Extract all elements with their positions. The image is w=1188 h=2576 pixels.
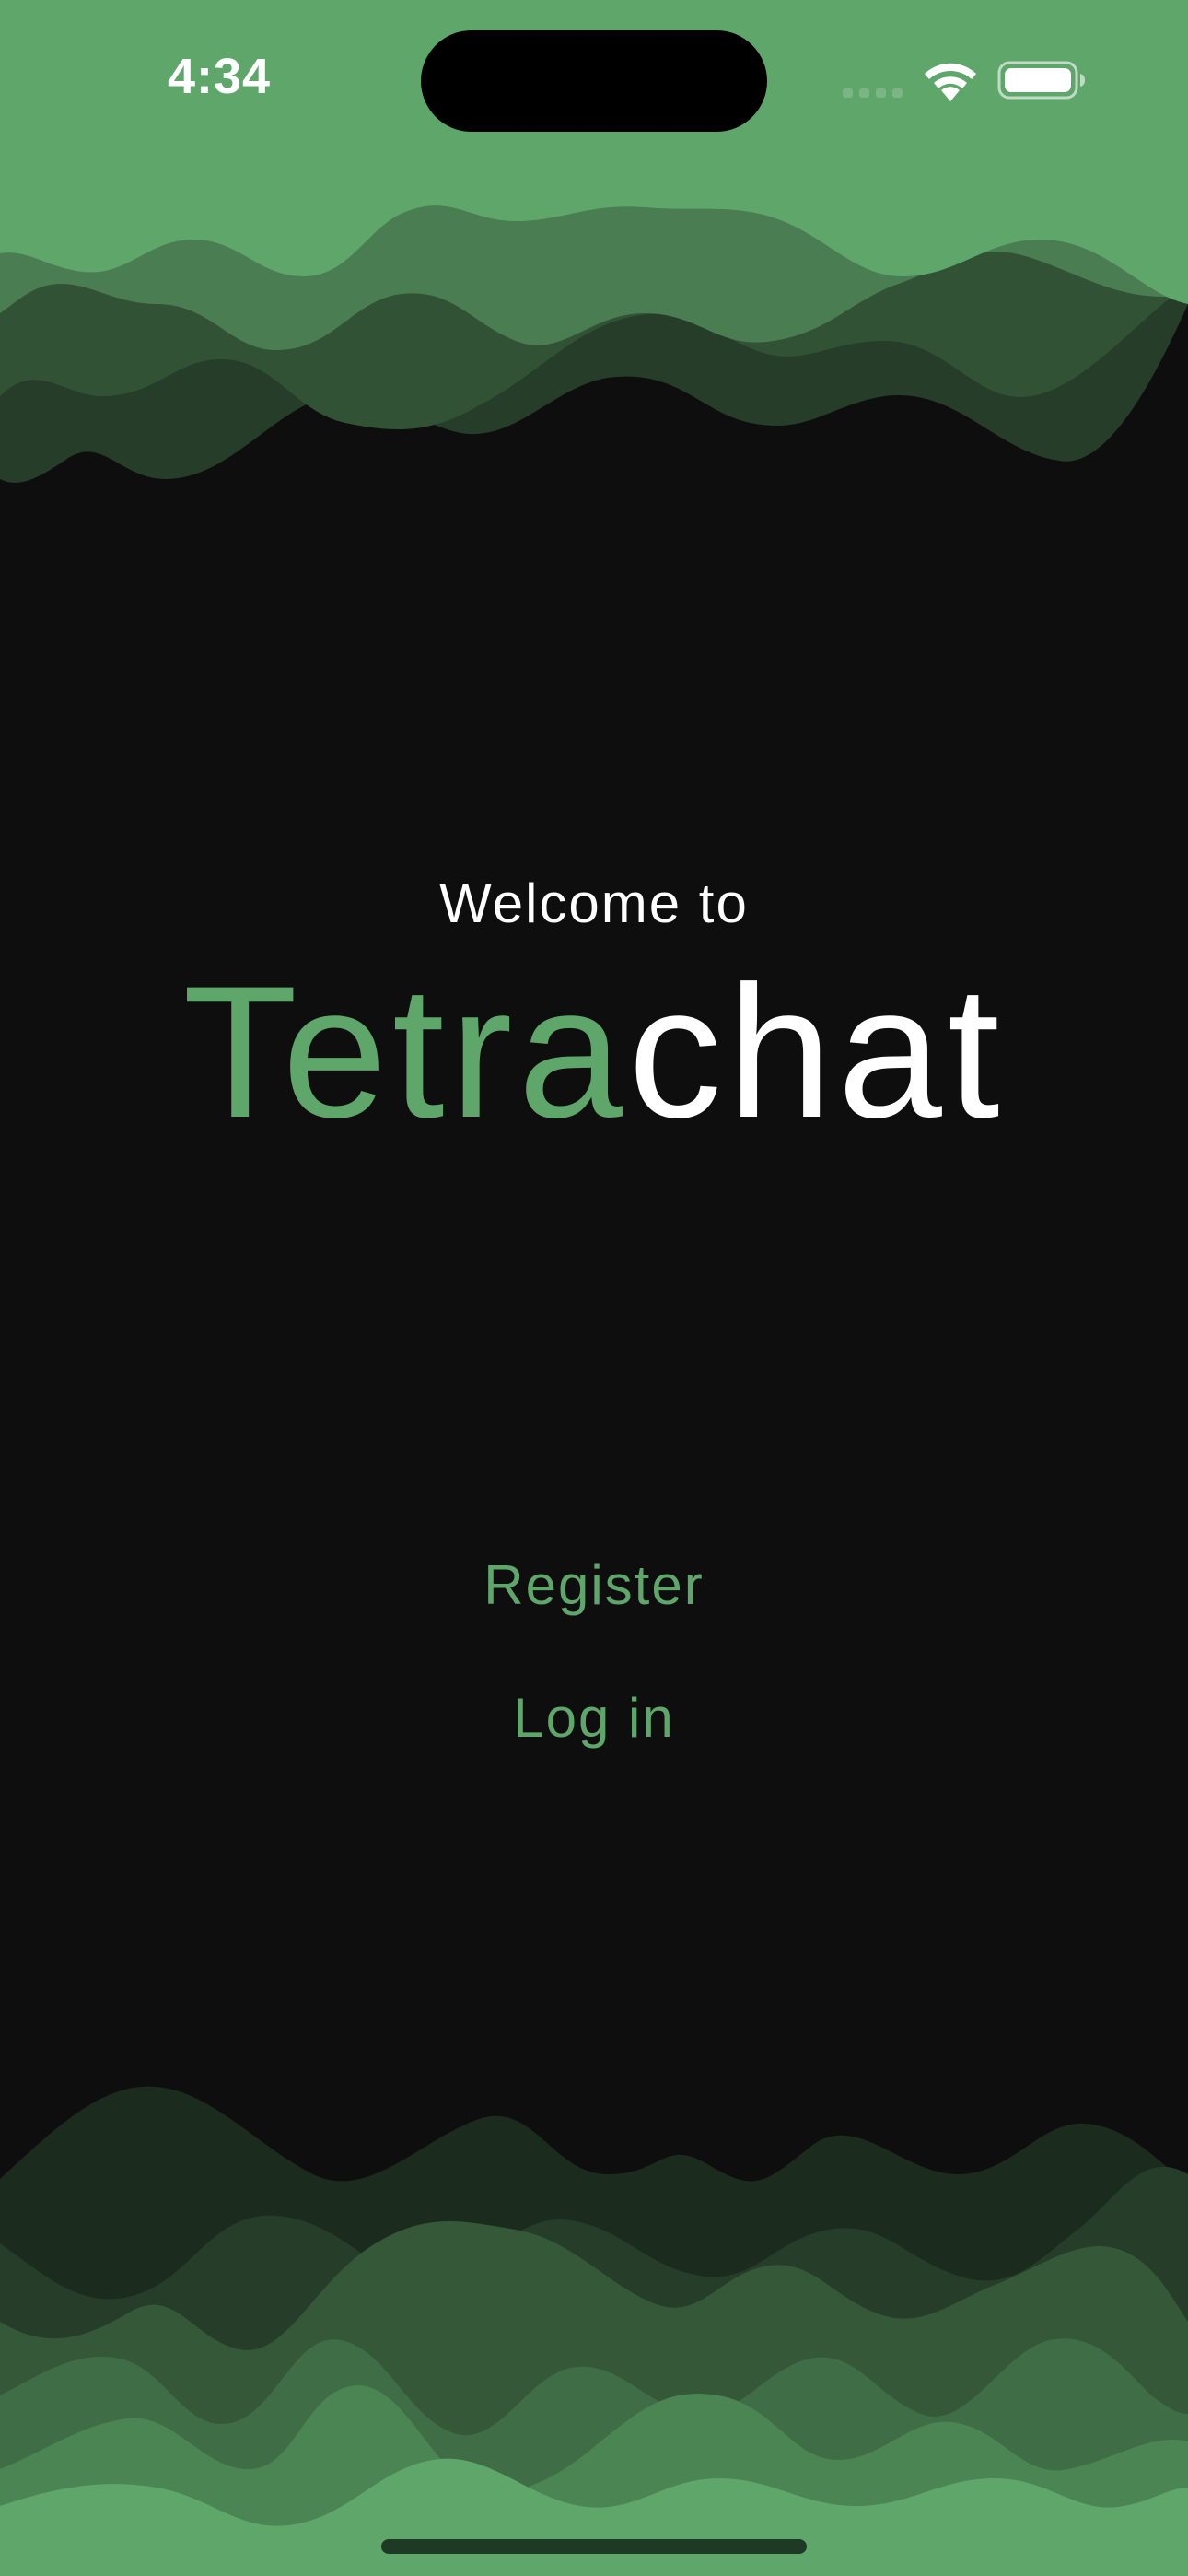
home-indicator[interactable] [381, 2539, 807, 2554]
register-button[interactable]: Register [0, 1553, 1188, 1617]
app-title-part-chat: chat [627, 947, 1006, 1157]
bottom-wave-decoration [0, 2086, 1188, 2576]
app-title-part-tetra: Tetra [182, 947, 628, 1157]
dynamic-island [421, 30, 767, 132]
login-button[interactable]: Log in [0, 1686, 1188, 1750]
status-bar: 4:34 [0, 0, 1188, 157]
app-title: Tetrachat [0, 958, 1188, 1146]
status-time: 4:34 [168, 49, 272, 104]
welcome-subtitle: Welcome to [439, 872, 749, 934]
welcome-screen: 4:34 Welcome to Tetrachat Register Log i… [0, 0, 1188, 2576]
battery-icon [997, 61, 1085, 100]
cellular-signal-icon [843, 88, 903, 98]
wifi-icon [925, 63, 976, 101]
